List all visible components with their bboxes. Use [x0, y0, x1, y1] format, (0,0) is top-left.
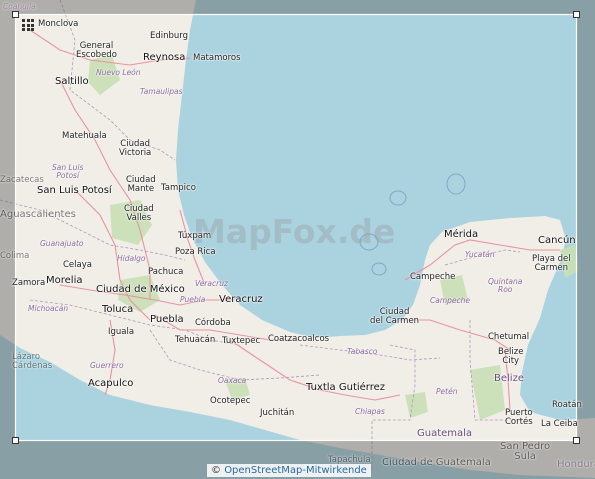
- label-morelia: Morelia: [46, 275, 83, 286]
- label-merida: Mérida: [444, 229, 479, 240]
- label-juchitan: Juchitán: [260, 408, 295, 418]
- label-yucatan: Yucatán: [465, 250, 495, 259]
- label-playa-del-carmen: Playa del Carmen: [532, 254, 571, 273]
- label-la-ceiba: La Ceiba: [541, 419, 578, 429]
- label-pachuca: Pachuca: [148, 267, 184, 277]
- label-chetumal: Chetumal: [488, 332, 530, 342]
- label-tabasco: Tabasco: [347, 347, 378, 356]
- map-viewport[interactable]: MapFox.de Coahuila Monclova Edinburg Gen…: [0, 0, 595, 479]
- label-ciudad-de-mexico: Ciudad de México: [96, 284, 185, 295]
- selection-handle-bottom-right[interactable]: [573, 437, 580, 444]
- selection-handle-bottom-left[interactable]: [12, 437, 19, 444]
- label-ciudad-del-carmen: Ciudad del Carmen: [370, 307, 420, 326]
- label-saltillo: Saltillo: [55, 76, 89, 87]
- label-belize: Belize: [494, 373, 524, 384]
- label-guerrero: Guerrero: [90, 361, 124, 370]
- label-colima: Colima: [0, 251, 30, 261]
- selection-handle-top-left[interactable]: [12, 11, 19, 18]
- label-san-pedro-sula: San Pedro Sula: [500, 441, 551, 462]
- label-tampico: Tampico: [161, 183, 196, 193]
- grid-icon[interactable]: [22, 19, 34, 31]
- label-matamoros: Matamoros: [193, 53, 241, 63]
- label-san-luis-potosi-state: San Luis Potosí: [52, 163, 84, 180]
- attribution-bar: © OpenStreetMap-Mitwirkende: [207, 464, 371, 477]
- label-tamaulipas: Tamaulipas: [140, 87, 183, 96]
- label-roatan: Roatán: [552, 400, 582, 410]
- label-lazaro-cardenas: Lázaro Cárdenas: [12, 352, 53, 371]
- label-chiapas: Chiapas: [355, 407, 385, 416]
- label-michoacan: Michoacán: [28, 304, 69, 313]
- label-general-escobedo: General Escobedo: [76, 41, 117, 60]
- label-hidalgo: Hidalgo: [117, 254, 146, 263]
- label-veracruz: Veracruz: [219, 294, 263, 305]
- label-ocotepec: Ocotepec: [210, 396, 251, 406]
- label-ciudad-mante: Ciudad Mante: [126, 175, 156, 194]
- attribution-link[interactable]: OpenStreetMap-Mitwirkende: [224, 465, 367, 476]
- label-tuxtla-gutierrez: Tuxtla Gutiérrez: [306, 382, 386, 393]
- label-tuxpam: Túxpam: [178, 231, 212, 241]
- label-tehuacan: Tehuacán: [175, 335, 216, 345]
- label-belize-city: Belize City: [498, 347, 524, 366]
- label-ciudad-valles: Ciudad Valles: [124, 204, 154, 223]
- label-coahuila: Coahuila: [3, 2, 36, 11]
- label-iguala: Iguala: [108, 327, 135, 337]
- label-toluca: Toluca: [102, 304, 134, 315]
- label-guatemala: Guatemala: [417, 428, 473, 439]
- label-cancun: Cancún: [538, 235, 576, 246]
- label-oaxaca: Oaxaca: [218, 376, 247, 385]
- label-campeche-state: Campeche: [430, 296, 471, 305]
- label-ciudad-de-guatemala: Ciudad de Guatemala: [382, 457, 491, 468]
- label-honduras: Honduras: [557, 459, 595, 470]
- label-veracruz-state: Veracruz: [195, 279, 228, 288]
- label-ciudad-victoria: Ciudad Victoria: [119, 139, 152, 158]
- label-zacatecas: Zacatecas: [0, 175, 44, 185]
- label-cordoba: Córdoba: [195, 318, 231, 328]
- label-tuxtepec: Tuxtepec: [222, 336, 261, 346]
- label-acapulco: Acapulco: [88, 378, 134, 389]
- label-san-luis-potosi: San Luis Potosí: [37, 185, 112, 196]
- label-monclova: Monclova: [38, 19, 79, 29]
- label-puebla-state: Puebla: [180, 295, 206, 304]
- copyright-symbol: ©: [211, 465, 221, 476]
- label-matehuala: Matehuala: [62, 131, 107, 141]
- selection-handle-top-right[interactable]: [573, 11, 580, 18]
- label-campeche: Campeche: [410, 272, 456, 282]
- label-reynosa: Reynosa: [143, 52, 186, 63]
- label-zamora: Zamora: [12, 278, 46, 288]
- label-puebla: Puebla: [150, 314, 184, 325]
- label-nuevo-leon: Nuevo León: [96, 68, 141, 77]
- label-puerto-cortes: Puerto Cortés: [505, 408, 533, 427]
- label-guanajuato: Guanajuato: [40, 239, 84, 248]
- label-celaya: Celaya: [63, 260, 92, 270]
- label-aguascalientes: Aguascalientes: [0, 209, 76, 220]
- label-edinburg: Edinburg: [150, 31, 189, 41]
- label-quintana-roo: Quintana Roo: [488, 277, 523, 294]
- label-peten: Petén: [436, 387, 458, 396]
- label-coatzacoalcos: Coatzacoalcos: [268, 334, 330, 344]
- watermark-text: MapFox.de: [193, 212, 396, 251]
- label-poza-rica: Poza Rica: [175, 247, 216, 257]
